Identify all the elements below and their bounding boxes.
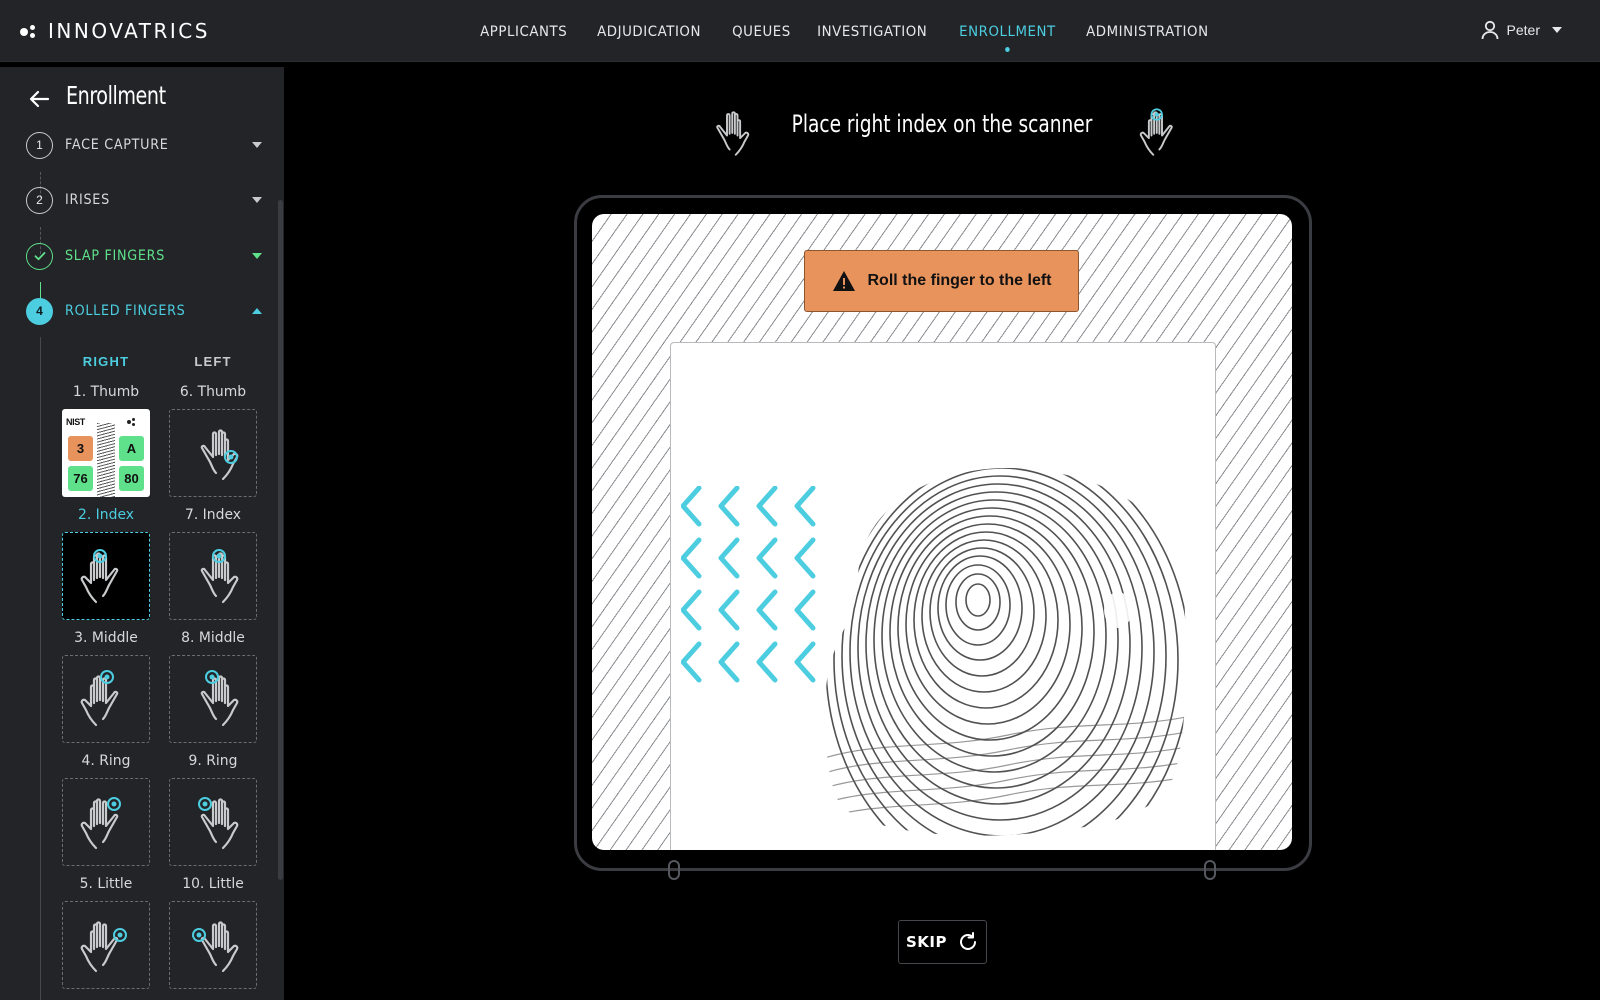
nav-item-administration[interactable]: ADMINISTRATION [1076,0,1219,62]
step-number: 2 [26,186,53,214]
finger-label-left-little: 10. Little [182,876,244,892]
refresh-icon [960,932,976,950]
hand-middle-icon [80,670,119,727]
skip-button[interactable]: SKIP [898,920,987,964]
step-label: ROLLED FINGERS [65,303,186,319]
chevron-down-icon [252,142,262,148]
active-indicator-dot [1005,47,1010,52]
finger-slot-left-ring[interactable] [169,778,257,866]
finger-label-right-little: 5. Little [79,876,133,892]
chevron-down-icon [1552,27,1562,33]
chevron-up-icon [252,308,262,314]
hand-middle-icon [200,670,239,727]
step-label: IRISES [65,192,110,208]
user-menu[interactable]: Peter [1481,20,1562,40]
column-header-left: LEFT [194,354,232,369]
finger-slot-right-little[interactable] [62,901,150,989]
finger-label-right-ring: 4. Ring [81,753,131,769]
right-thumb-capture-result[interactable]: NIST 3 A 76 80 [62,409,150,497]
nav-item-queues[interactable]: QUEUES [722,0,801,62]
nav-item-investigation[interactable]: INVESTIGATION [807,0,937,62]
step-number: 1 [26,131,53,159]
step-irises[interactable]: 2 IRISES [26,186,266,214]
warning-text: Roll the finger to the left [867,272,1052,289]
hand-index-icon [200,549,239,604]
finger-slot-left-thumb[interactable] [169,409,257,497]
logo-text: INNOVATRICS [48,19,210,43]
right-hand-index-icon [1139,108,1173,156]
step-rolled-fingers[interactable]: 4 ROLLED FINGERS [26,297,266,325]
step-label: SLAP FINGERS [65,248,166,264]
finger-slot-left-little[interactable] [169,901,257,989]
scanner-notch [668,860,680,880]
finger-slot-right-index[interactable] [62,532,150,620]
step-label: FACE CAPTURE [65,137,169,153]
nav-item-adjudication[interactable]: ADJUDICATION [587,0,711,62]
step-connector [40,337,41,1000]
hand-thumb-icon [200,429,239,481]
nist-label: NIST [66,417,85,427]
logo-mark-icon [20,24,38,38]
chevron-down-icon [252,253,262,259]
top-bar: INNOVATRICS APPLICANTS ADJUDICATION QUEU… [0,0,1600,62]
roll-warning-banner: Roll the finger to the left [804,250,1079,312]
finger-slot-right-ring[interactable] [62,778,150,866]
user-icon [1481,20,1498,40]
score-badge: 80 [119,466,144,491]
fingerprint-image [825,468,1186,836]
nav-item-enrollment[interactable]: ENROLLMENT [949,0,1066,62]
finger-label-left-thumb: 6. Thumb [179,384,247,400]
finger-label-left-ring: 9. Ring [188,753,238,769]
grade-badge: A [119,436,144,461]
nav-item-enrollment-label: ENROLLMENT [959,24,1056,40]
finger-label-right-thumb: 1. Thumb [72,384,140,400]
column-header-right: RIGHT [82,354,130,369]
finger-label-right-middle: 3. Middle [74,630,138,646]
back-arrow-icon[interactable] [28,87,52,111]
hand-little-icon [80,921,127,973]
user-name: Peter [1506,22,1540,38]
check-icon [26,242,53,270]
step-number: 4 [26,297,53,325]
finger-slot-left-index[interactable] [169,532,257,620]
hand-little-icon [192,921,239,973]
fingerprint-thumbnail [97,423,115,497]
sidebar-scrollbar[interactable] [278,200,283,880]
left-hand-icon [716,111,750,156]
finger-label-right-index: 2. Index [77,507,135,523]
hand-ring-icon [198,797,239,850]
nav-item-applicants[interactable]: APPLICANTS [470,0,577,62]
warning-icon [832,271,855,291]
scanner-notch [1204,860,1216,880]
finger-slot-right-middle[interactable] [62,655,150,743]
scan-instruction: Place right index on the scanner [791,110,1093,138]
finger-label-left-middle: 8. Middle [181,630,245,646]
logo-mark-icon [127,418,137,426]
finger-slot-left-middle[interactable] [169,655,257,743]
hand-index-icon [80,549,119,604]
sidebar-title: Enrollment [66,81,166,110]
roll-left-chevrons-icon [681,486,816,692]
enrollment-sidebar: Enrollment 1 FACE CAPTURE 2 IRISES SLAP … [0,67,284,1000]
score-badge: 76 [68,466,93,491]
main-nav: APPLICANTS ADJUDICATION QUEUES INVESTIGA… [470,0,1231,62]
app-logo[interactable]: INNOVATRICS [20,18,210,44]
chevron-down-icon [252,197,262,203]
step-slap-fingers[interactable]: SLAP FINGERS [26,242,266,270]
finger-label-left-index: 7. Index [184,507,242,523]
nfiq-badge: 3 [68,436,93,461]
hand-ring-icon [80,797,121,850]
skip-label: SKIP [905,933,947,951]
step-face-capture[interactable]: 1 FACE CAPTURE [26,131,266,159]
